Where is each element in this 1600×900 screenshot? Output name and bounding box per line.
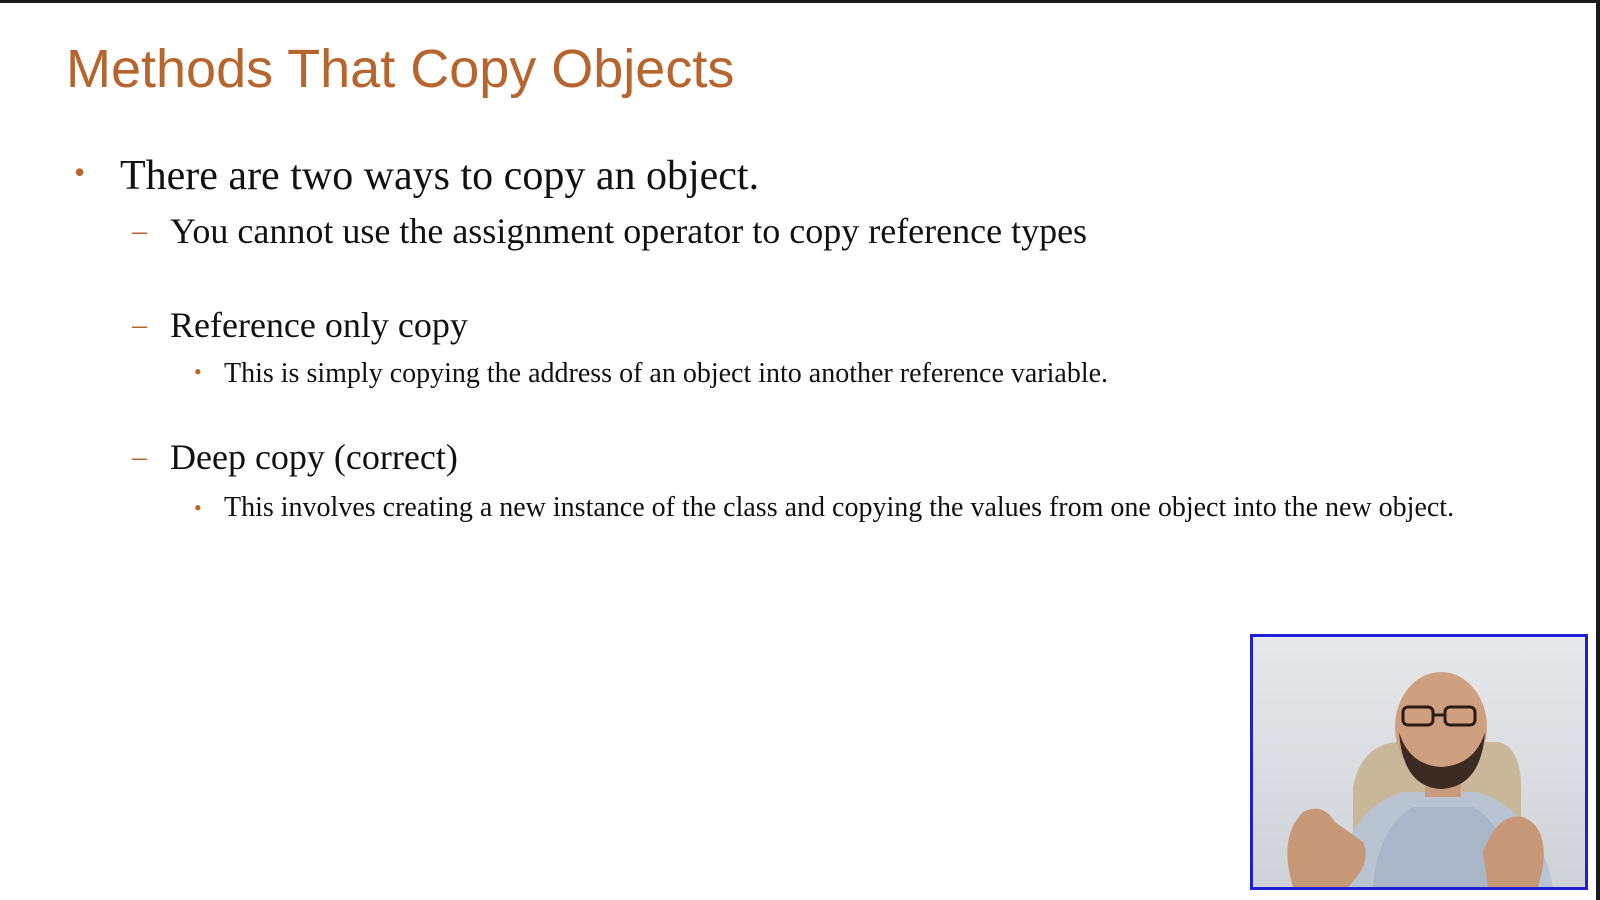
dash-marker: – <box>132 308 147 341</box>
sub-bullet-assignment-text: You cannot use the assignment operator t… <box>170 211 1088 251</box>
sub-bullet-assignment: – You cannot use the assignment operator … <box>132 210 1087 252</box>
dash-marker: – <box>132 214 147 247</box>
detail-bullet-reference-copy: • This is simply copying the address of a… <box>194 358 1108 390</box>
presenter-webcam <box>1250 634 1588 890</box>
top-edge-divider <box>0 0 1600 3</box>
sub-bullet-deep-copy-text: Deep copy (correct) <box>170 437 458 477</box>
presentation-slide: Methods That Copy Objects • There are two… <box>0 0 1600 900</box>
bullet-marker: • <box>194 359 202 384</box>
main-bullet-text: There are two ways to copy an object. <box>120 153 760 199</box>
detail-bullet-deep-copy-text: This involves creating a new instance of… <box>224 492 1455 523</box>
sub-bullet-reference-copy: – Reference only copy <box>132 304 468 346</box>
sub-bullet-deep-copy: – Deep copy (correct) <box>132 436 458 478</box>
main-bullet: • There are two ways to copy an object. <box>74 152 759 200</box>
bullet-marker: • <box>74 154 86 190</box>
dash-marker: – <box>132 440 147 473</box>
slide-title: Methods That Copy Objects <box>66 39 735 99</box>
bullet-marker: • <box>194 495 202 520</box>
right-edge-divider <box>1596 0 1600 900</box>
sub-bullet-reference-copy-text: Reference only copy <box>170 305 468 345</box>
presenter-video-icon <box>1287 672 1553 887</box>
detail-bullet-deep-copy: • This involves creating a new instance … <box>194 490 1494 526</box>
detail-bullet-reference-copy-text: This is simply copying the address of an… <box>224 358 1109 389</box>
